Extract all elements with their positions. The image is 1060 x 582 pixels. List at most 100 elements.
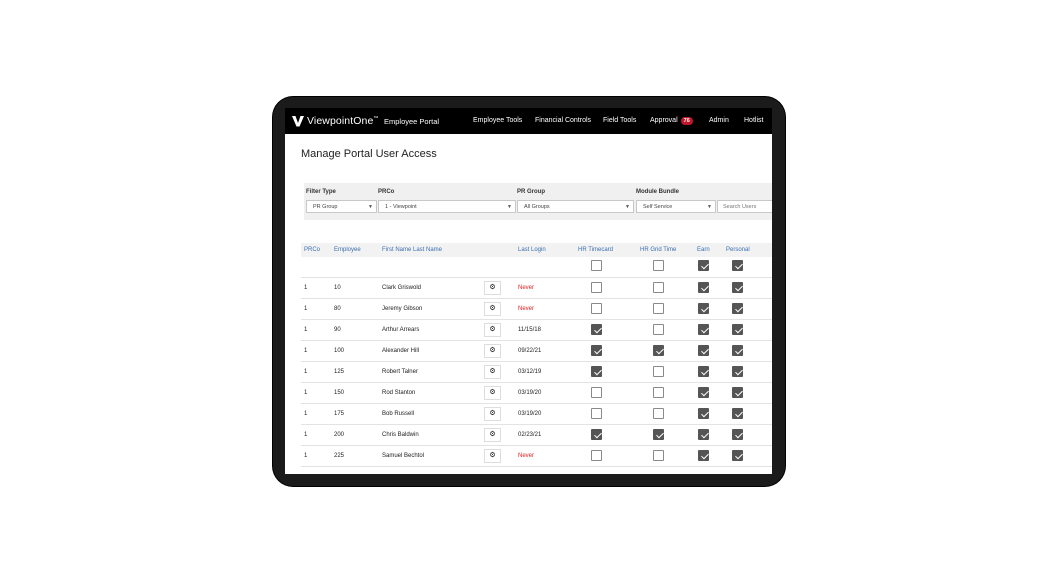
- cell-last-login: 11/15/18: [518, 327, 541, 333]
- row-checkbox[interactable]: [653, 387, 664, 398]
- chevron-down-icon: ▼: [368, 204, 373, 210]
- gear-icon: ⚙: [489, 326, 496, 333]
- cell-last-login: 02/23/21: [518, 432, 542, 438]
- cell-name: Samuel Bechtol: [382, 453, 425, 459]
- nav-approval[interactable]: Approval 76: [650, 117, 693, 125]
- row-checkbox[interactable]: [591, 282, 602, 293]
- app-logo[interactable]: ViewpointOne™: [292, 115, 379, 127]
- row-checkbox[interactable]: [591, 387, 602, 398]
- row-checkbox[interactable]: [653, 366, 664, 377]
- row-checkbox[interactable]: [591, 345, 602, 356]
- row-checkbox[interactable]: [698, 303, 709, 314]
- row-checkbox[interactable]: [732, 429, 743, 440]
- row-settings-button[interactable]: ⚙: [484, 281, 501, 295]
- row-checkbox[interactable]: [653, 408, 664, 419]
- row-settings-button[interactable]: ⚙: [484, 344, 501, 358]
- row-checkbox[interactable]: [698, 345, 709, 356]
- row-checkbox[interactable]: [698, 450, 709, 461]
- row-checkbox[interactable]: [698, 429, 709, 440]
- col-last-login[interactable]: Last Login: [518, 247, 546, 253]
- pr-group-select[interactable]: All Groups ▼: [517, 200, 634, 213]
- row-checkbox[interactable]: [653, 324, 664, 335]
- row-settings-button[interactable]: ⚙: [484, 386, 501, 400]
- row-checkbox[interactable]: [653, 282, 664, 293]
- cell-employee: 100: [334, 348, 345, 354]
- row-settings-button[interactable]: ⚙: [484, 323, 501, 337]
- row-checkbox[interactable]: [698, 282, 709, 293]
- nav-financial-controls[interactable]: Financial Controls: [535, 117, 591, 124]
- cell-employee: 125: [334, 369, 345, 375]
- col-earn[interactable]: Earn: [697, 247, 710, 253]
- module-bundle-value: Self Service: [643, 204, 673, 210]
- row-checkbox[interactable]: [591, 408, 602, 419]
- cell-prco: 1: [304, 453, 308, 459]
- row-checkbox[interactable]: [698, 324, 709, 335]
- gear-icon: ⚙: [489, 389, 496, 396]
- row-divider: [301, 424, 772, 425]
- chevron-down-icon: ▼: [625, 204, 630, 210]
- row-checkbox[interactable]: [698, 387, 709, 398]
- row-divider: [301, 319, 772, 320]
- select-all-checkbox[interactable]: [732, 260, 743, 271]
- row-checkbox[interactable]: [653, 345, 664, 356]
- row-divider: [301, 277, 772, 278]
- col-prco[interactable]: PRCo: [304, 247, 320, 253]
- row-divider: [301, 403, 772, 404]
- pr-group-label: PR Group: [517, 189, 545, 195]
- approval-count-badge: 76: [680, 117, 693, 125]
- row-checkbox[interactable]: [698, 366, 709, 377]
- cell-name: Alexander Hill: [382, 348, 420, 354]
- search-users-input[interactable]: [717, 200, 772, 213]
- row-divider: [301, 466, 772, 467]
- cell-name: Arthur Arrears: [382, 327, 420, 333]
- row-settings-button[interactable]: ⚙: [484, 365, 501, 379]
- filter-type-value: PR Group: [313, 204, 338, 210]
- row-checkbox[interactable]: [653, 303, 664, 314]
- row-checkbox[interactable]: [732, 303, 743, 314]
- row-checkbox[interactable]: [653, 429, 664, 440]
- gear-icon: ⚙: [489, 368, 496, 375]
- row-settings-button[interactable]: ⚙: [484, 428, 501, 442]
- row-settings-button[interactable]: ⚙: [484, 407, 501, 421]
- nav-admin[interactable]: Admin: [709, 117, 729, 124]
- module-bundle-select[interactable]: Self Service ▼: [636, 200, 716, 213]
- col-hr-timecard[interactable]: HR Timecard: [578, 247, 613, 253]
- nav-hotlist[interactable]: Hotlist: [744, 117, 763, 124]
- cell-prco: 1: [304, 327, 308, 333]
- row-checkbox[interactable]: [732, 324, 743, 335]
- row-checkbox[interactable]: [698, 408, 709, 419]
- row-checkbox[interactable]: [732, 366, 743, 377]
- prco-select[interactable]: 1 - Viewpoint ▼: [378, 200, 516, 213]
- filter-type-label: Filter Type: [306, 189, 336, 195]
- filter-type-select[interactable]: PR Group ▼: [306, 200, 377, 213]
- col-hr-grid-time[interactable]: HR Grid Time: [640, 247, 676, 253]
- row-checkbox[interactable]: [732, 450, 743, 461]
- col-employee[interactable]: Employee: [334, 247, 361, 253]
- row-settings-button[interactable]: ⚙: [484, 302, 501, 316]
- select-all-checkbox[interactable]: [653, 260, 664, 271]
- cell-prco: 1: [304, 285, 308, 291]
- chevron-down-icon: ▼: [707, 204, 712, 210]
- nav-employee-tools[interactable]: Employee Tools: [473, 117, 522, 124]
- cell-name: Rod Stanton: [382, 390, 416, 396]
- row-settings-button[interactable]: ⚙: [484, 449, 501, 463]
- col-personal[interactable]: Personal: [726, 247, 750, 253]
- portal-name: Employee Portal: [384, 117, 440, 126]
- row-checkbox[interactable]: [591, 429, 602, 440]
- row-checkbox[interactable]: [732, 408, 743, 419]
- row-checkbox[interactable]: [591, 324, 602, 335]
- cell-name: Chris Baldwin: [382, 432, 419, 438]
- cell-last-login: 03/12/19: [518, 369, 542, 375]
- select-all-checkbox[interactable]: [698, 260, 709, 271]
- row-checkbox[interactable]: [732, 282, 743, 293]
- row-checkbox[interactable]: [732, 345, 743, 356]
- row-checkbox[interactable]: [591, 303, 602, 314]
- row-checkbox[interactable]: [653, 450, 664, 461]
- cell-last-login: 09/22/21: [518, 348, 542, 354]
- row-checkbox[interactable]: [732, 387, 743, 398]
- row-checkbox[interactable]: [591, 366, 602, 377]
- col-name[interactable]: First Name Last Name: [382, 247, 442, 253]
- nav-field-tools[interactable]: Field Tools: [603, 117, 636, 124]
- select-all-checkbox[interactable]: [591, 260, 602, 271]
- row-checkbox[interactable]: [591, 450, 602, 461]
